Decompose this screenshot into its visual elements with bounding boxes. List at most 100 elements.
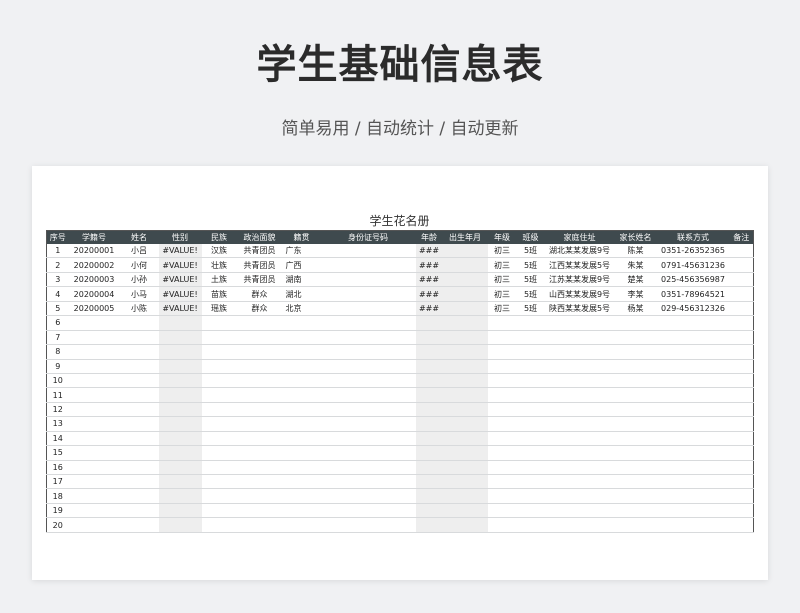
table-cell[interactable]: 群众 [236,301,283,317]
table-cell[interactable] [487,402,517,418]
table-cell[interactable] [614,373,657,389]
table-cell[interactable] [282,503,321,519]
table-cell[interactable] [282,402,321,418]
table-cell[interactable] [516,315,545,331]
table-cell[interactable] [656,315,730,331]
table-cell[interactable] [656,344,730,360]
table-cell[interactable] [201,445,237,461]
table-cell[interactable] [320,431,416,447]
table-cell[interactable] [656,503,730,519]
table-cell[interactable] [656,416,730,432]
table-cell[interactable] [282,517,321,533]
table-cell[interactable] [68,315,120,331]
table-cell[interactable] [614,416,657,432]
table-cell[interactable]: 共青团员 [236,244,283,259]
table-cell[interactable] [201,460,237,476]
table-cell[interactable] [201,373,237,389]
table-cell[interactable] [320,402,416,418]
table-cell[interactable] [544,445,615,461]
table-cell[interactable] [614,330,657,346]
table-cell[interactable] [516,359,545,374]
table-cell[interactable]: 5班 [516,257,545,273]
table-cell[interactable]: 江苏某某发展9号 [544,272,615,288]
table-cell[interactable]: 湖北某某发展9号 [544,244,615,259]
table-cell[interactable] [656,445,730,461]
table-cell[interactable]: 山西某某发展9号 [544,286,615,302]
table-cell[interactable]: 5班 [516,244,545,259]
table-cell[interactable] [236,359,283,374]
table-cell[interactable] [487,460,517,476]
table-cell[interactable] [516,330,545,346]
table-cell[interactable] [729,445,754,461]
table-cell[interactable] [158,460,202,476]
table-cell[interactable]: 5班 [516,272,545,288]
table-cell[interactable] [68,460,120,476]
table-cell[interactable] [119,460,159,476]
table-cell[interactable] [487,359,517,374]
table-cell[interactable] [487,344,517,360]
table-cell[interactable] [201,387,237,403]
table-cell[interactable] [320,503,416,519]
table-cell[interactable] [442,244,488,259]
table-cell[interactable] [729,387,754,403]
table-cell[interactable]: ### [415,257,443,273]
table-cell[interactable] [415,359,443,374]
table-cell[interactable] [544,431,615,447]
table-cell[interactable]: 楚某 [614,272,657,288]
table-cell[interactable] [236,517,283,533]
table-cell[interactable] [158,474,202,490]
table-cell[interactable] [68,402,120,418]
table-cell[interactable] [415,416,443,432]
table-cell[interactable] [487,445,517,461]
table-cell[interactable]: 江西某某发展5号 [544,257,615,273]
table-cell[interactable]: 北京 [282,301,321,317]
table-cell[interactable]: 11 [46,387,69,403]
table-cell[interactable] [442,517,488,533]
table-cell[interactable] [320,330,416,346]
table-cell[interactable] [415,474,443,490]
table-cell[interactable] [614,503,657,519]
table-cell[interactable] [119,402,159,418]
table-cell[interactable] [442,460,488,476]
table-cell[interactable] [544,488,615,504]
table-cell[interactable]: #VALUE! [158,257,202,273]
table-cell[interactable]: ### [415,286,443,302]
table-cell[interactable]: 初三 [487,244,517,259]
table-cell[interactable] [614,387,657,403]
table-cell[interactable] [68,488,120,504]
table-cell[interactable]: 初三 [487,272,517,288]
table-cell[interactable] [415,344,443,360]
table-cell[interactable]: 5班 [516,301,545,317]
table-cell[interactable] [729,330,754,346]
table-cell[interactable] [442,286,488,302]
table-cell[interactable]: 小孙 [119,272,159,288]
column-header[interactable]: 姓名 [119,230,159,244]
table-cell[interactable] [201,402,237,418]
table-cell[interactable] [656,402,730,418]
table-cell[interactable] [158,445,202,461]
table-cell[interactable] [544,402,615,418]
table-cell[interactable] [236,460,283,476]
table-cell[interactable] [158,503,202,519]
table-cell[interactable]: #VALUE! [158,272,202,288]
table-cell[interactable] [614,474,657,490]
table-cell[interactable]: ### [415,272,443,288]
table-cell[interactable] [320,272,416,288]
table-cell[interactable] [442,301,488,317]
table-cell[interactable]: 12 [46,402,69,418]
table-cell[interactable] [544,373,615,389]
table-cell[interactable] [158,387,202,403]
table-cell[interactable] [320,301,416,317]
table-cell[interactable] [236,488,283,504]
table-cell[interactable] [544,315,615,331]
table-cell[interactable] [729,460,754,476]
table-cell[interactable]: 6 [46,315,69,331]
table-cell[interactable] [516,460,545,476]
table-cell[interactable]: 0351-78964521 [656,286,730,302]
table-cell[interactable] [729,344,754,360]
column-header[interactable]: 班级 [516,230,545,244]
table-cell[interactable] [516,445,545,461]
table-cell[interactable] [236,402,283,418]
table-cell[interactable] [516,402,545,418]
table-cell[interactable]: 029-456312326 [656,301,730,317]
